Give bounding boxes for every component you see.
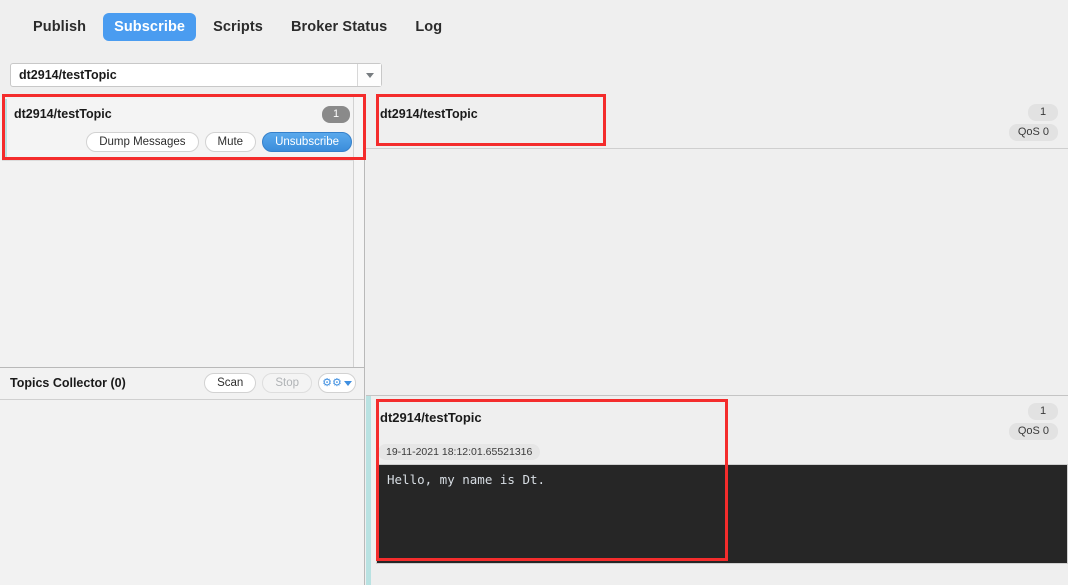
message-payload-text: Hello, my name is Dt.	[387, 472, 546, 487]
chevron-down-icon	[343, 380, 352, 386]
topics-collector-list	[0, 400, 364, 585]
tab-subscribe[interactable]: Subscribe	[103, 12, 197, 41]
subscription-topic: dt2914/testTopic	[14, 107, 112, 121]
message-topic: dt2914/testTopic	[380, 107, 478, 121]
scan-button[interactable]: Scan	[204, 373, 257, 393]
subscription-card[interactable]: dt2914/testTopic 1 Dump Messages Mute Un…	[2, 99, 360, 161]
message-payload-viewer[interactable]: Hello, my name is Dt.	[376, 464, 1068, 564]
message-detail-panel: dt2914/testTopic 1 QoS 0 19-11-2021 18:1…	[366, 395, 1068, 585]
tab-scripts[interactable]: Scripts	[202, 13, 274, 41]
subscription-actions: Dump Messages Mute Unsubscribe	[86, 132, 352, 152]
topics-collector-panel: Topics Collector (0) Scan Stop ⚙⚙	[0, 367, 364, 585]
topics-collector-actions: Scan Stop ⚙⚙	[204, 373, 356, 393]
mqtt-client-window: Publish Subscribe Scripts Broker Status …	[0, 0, 1068, 585]
subscriptions-scrollbar[interactable]	[353, 97, 364, 367]
message-detail-qos-badge: QoS 0	[1008, 423, 1058, 440]
message-detail-accent-bar	[366, 396, 371, 585]
gear-icon: ⚙⚙	[322, 376, 342, 389]
message-list-item[interactable]: dt2914/testTopic 1 QoS 0	[366, 97, 1068, 149]
collector-settings-button[interactable]: ⚙⚙	[318, 373, 356, 393]
topic-input[interactable]: dt2914/testTopic	[11, 68, 357, 82]
message-count-badge: 1	[1028, 104, 1058, 121]
tab-publish[interactable]: Publish	[22, 13, 97, 41]
unsubscribe-button[interactable]: Unsubscribe	[262, 132, 352, 152]
message-detail-topic: dt2914/testTopic	[380, 410, 482, 425]
messages-panel: dt2914/testTopic 1 QoS 0 dt2914/testTopi…	[366, 97, 1068, 585]
tab-log[interactable]: Log	[404, 13, 453, 41]
dump-messages-button[interactable]: Dump Messages	[86, 132, 199, 152]
message-detail-count-badge: 1	[1028, 403, 1058, 420]
tab-broker-status[interactable]: Broker Status	[280, 13, 398, 41]
topic-combobox[interactable]: dt2914/testTopic	[10, 63, 382, 87]
topics-collector-title: Topics Collector (0)	[10, 376, 126, 390]
chevron-down-icon[interactable]	[357, 64, 381, 86]
message-list-empty-area	[366, 149, 1068, 395]
main-tabbar: Publish Subscribe Scripts Broker Status …	[0, 0, 1068, 53]
stop-button[interactable]: Stop	[262, 373, 312, 393]
message-qos-badge: QoS 0	[1008, 124, 1058, 141]
message-timestamp: 19-11-2021 18:12:01.65521316	[378, 444, 541, 460]
mute-button[interactable]: Mute	[204, 132, 257, 152]
subscription-accent-bar	[2, 99, 7, 160]
topics-collector-header: Topics Collector (0) Scan Stop ⚙⚙	[0, 368, 364, 400]
subscribe-toolbar: dt2914/testTopic Subscribe QoS 0 QoS 1 Q…	[0, 53, 1068, 141]
subscription-count-badge: 1	[322, 106, 350, 123]
subscriptions-panel: dt2914/testTopic 1 Dump Messages Mute Un…	[0, 97, 365, 585]
